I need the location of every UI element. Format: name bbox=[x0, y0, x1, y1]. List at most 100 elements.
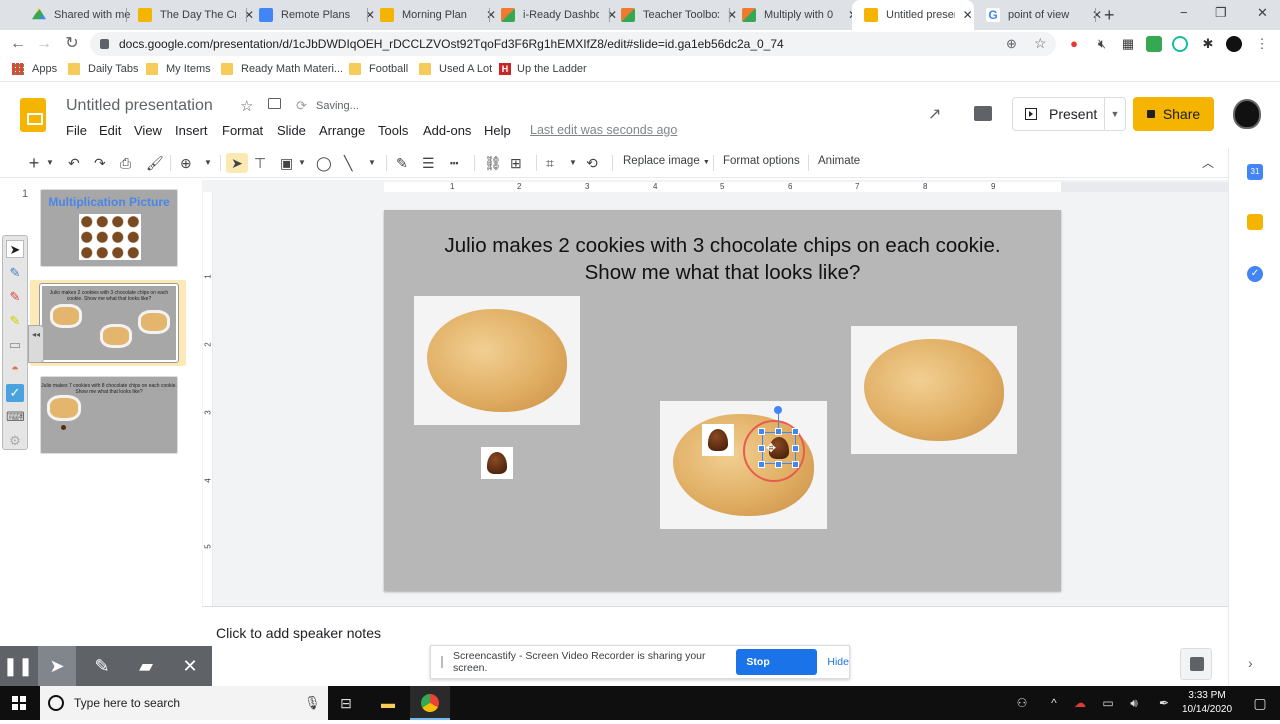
zoom-icon[interactable]: ⊕ bbox=[1006, 36, 1017, 52]
highlighter-tool-icon[interactable]: ✎ bbox=[6, 312, 24, 330]
menu-view[interactable]: View bbox=[134, 123, 162, 138]
resize-handle[interactable] bbox=[775, 428, 782, 435]
bitmoji-extension-icon[interactable] bbox=[1146, 36, 1162, 52]
file-explorer-icon[interactable]: ▬ bbox=[368, 686, 408, 720]
border-color-icon[interactable]: ✎ bbox=[396, 153, 408, 173]
chocolate-chip-image[interactable] bbox=[481, 447, 513, 479]
image-dropdown-icon[interactable]: ▼ bbox=[298, 153, 306, 173]
bookmark-apps[interactable]: Apps bbox=[12, 63, 57, 75]
speaker-notes[interactable]: Click to add speaker notes bbox=[216, 625, 381, 641]
image-icon[interactable]: ▣ bbox=[280, 153, 293, 173]
clock[interactable]: 3:33 PM 10/14/2020 bbox=[1182, 689, 1232, 717]
menu-addons[interactable]: Add-ons bbox=[423, 123, 471, 138]
tab-teacher-toolbox[interactable]: Teacher Toolbox ✕ bbox=[609, 0, 739, 30]
account-avatar[interactable] bbox=[1233, 99, 1261, 129]
crop-icon[interactable]: ⌗ bbox=[546, 153, 554, 173]
paint-format-icon[interactable]: 🖌︎ bbox=[146, 153, 164, 173]
line-icon[interactable]: ╲ bbox=[344, 153, 352, 173]
undo-icon[interactable]: ↶ bbox=[68, 153, 80, 173]
tab-untitled-presentation[interactable]: Untitled presentation ✕ bbox=[852, 0, 974, 30]
bookmark-up-the-ladder[interactable]: H Up the Ladder bbox=[499, 63, 587, 75]
slide-thumbnail-1[interactable]: Multiplication Picture bbox=[40, 189, 178, 267]
resize-handle[interactable] bbox=[792, 445, 799, 452]
resize-handle[interactable] bbox=[758, 461, 765, 468]
border-weight-icon[interactable]: ☰ bbox=[422, 153, 435, 173]
slide-thumbnail-2[interactable]: Julio makes 2 cookies with 3 chocolate c… bbox=[39, 283, 179, 363]
cookie-image-1[interactable] bbox=[414, 296, 580, 425]
close-window-button[interactable]: ✕ bbox=[1257, 5, 1268, 21]
share-button[interactable]: Share bbox=[1133, 97, 1214, 131]
comments-icon[interactable] bbox=[974, 106, 992, 121]
menu-tools[interactable]: Tools bbox=[378, 123, 408, 138]
hide-button[interactable]: Hide bbox=[827, 656, 849, 668]
task-view-icon[interactable]: ⊟ bbox=[326, 686, 366, 720]
clear-tool-icon[interactable]: ◓ bbox=[6, 360, 24, 378]
extensions-puzzle-icon[interactable]: ✱ bbox=[1200, 36, 1216, 52]
replace-image-button[interactable]: Replace image ▼ bbox=[623, 155, 710, 167]
microphone-icon[interactable]: 🎙︎ bbox=[304, 695, 321, 711]
cookie-image-3[interactable] bbox=[660, 401, 827, 529]
resize-handle[interactable] bbox=[792, 428, 799, 435]
reset-image-icon[interactable]: ⟲ bbox=[586, 153, 598, 173]
bookmark-used-a-lot[interactable]: Used A Lot bbox=[419, 63, 492, 75]
vertical-ruler[interactable]: 1 2 3 4 5 bbox=[203, 192, 213, 606]
redo-icon[interactable]: ↷ bbox=[94, 153, 106, 173]
rotation-handle[interactable] bbox=[774, 406, 782, 414]
google-slides-logo[interactable] bbox=[20, 98, 46, 132]
tab-multiply-with-0[interactable]: Multiply with 0 ✕ bbox=[730, 0, 860, 30]
insert-link-icon[interactable]: ⛓︎ bbox=[484, 153, 502, 173]
new-slide-icon[interactable]: + bbox=[26, 153, 42, 173]
collapse-toolbar-icon[interactable]: ︿ bbox=[1202, 153, 1214, 173]
print-icon[interactable]: ⎙ bbox=[120, 153, 131, 173]
grid-extension-icon[interactable]: ▦ bbox=[1120, 36, 1136, 52]
bookmark-daily-tabs[interactable]: Daily Tabs bbox=[68, 63, 139, 75]
resize-handle[interactable] bbox=[792, 461, 799, 468]
back-icon[interactable]: ← bbox=[8, 34, 28, 54]
menu-edit[interactable]: Edit bbox=[99, 123, 121, 138]
resize-handle[interactable] bbox=[758, 445, 765, 452]
zoom-icon[interactable]: ⊕ bbox=[180, 153, 192, 173]
pen-icon[interactable]: ✎ bbox=[84, 646, 120, 686]
tab-close-icon[interactable]: ✕ bbox=[961, 8, 974, 22]
menu-format[interactable]: Format bbox=[222, 123, 263, 138]
taskbar-search[interactable]: Type here to search 🎙︎ bbox=[40, 686, 328, 720]
bookmark-my-items[interactable]: My Items bbox=[146, 63, 211, 75]
menu-insert[interactable]: Insert bbox=[175, 123, 208, 138]
chrome-menu-icon[interactable]: ⋮ bbox=[1254, 36, 1270, 52]
mute-tab-icon[interactable]: 🔇︎ bbox=[1094, 36, 1110, 52]
bookmark-star-icon[interactable]: ☆ bbox=[1034, 35, 1047, 52]
minimize-button[interactable]: − bbox=[1180, 5, 1188, 20]
address-bar[interactable]: docs.google.com/presentation/d/1cJbDWDIq… bbox=[90, 32, 1056, 56]
present-dropdown-icon[interactable]: ▼ bbox=[1105, 109, 1125, 119]
pen-red-tool-icon[interactable]: ✎ bbox=[6, 288, 24, 306]
border-dash-icon[interactable]: ┅ bbox=[450, 153, 458, 173]
present-button[interactable]: Present ▼ bbox=[1012, 97, 1126, 131]
zoom-dropdown-icon[interactable]: ▼ bbox=[204, 153, 212, 173]
tab-remote-plans[interactable]: Remote Plans ✕ bbox=[247, 0, 377, 30]
eraser-tool-icon[interactable]: ▭ bbox=[6, 336, 24, 354]
cookie-image-2[interactable] bbox=[851, 326, 1017, 454]
google-calendar-icon[interactable]: 31 bbox=[1247, 164, 1263, 180]
star-icon[interactable]: ☆ bbox=[240, 97, 253, 115]
resize-handle[interactable] bbox=[758, 428, 765, 435]
slide-title-textbox[interactable]: Julio makes 2 cookies with 3 chocolate c… bbox=[384, 232, 1061, 286]
move-to-folder-icon[interactable] bbox=[268, 98, 281, 109]
notifications-icon[interactable]: ▢ bbox=[1240, 686, 1280, 720]
expand-side-panel-icon[interactable]: › bbox=[1248, 655, 1253, 671]
activity-dashboard-icon[interactable]: ↗ bbox=[928, 104, 941, 124]
new-tab-button[interactable]: + bbox=[1104, 5, 1115, 26]
new-slide-dropdown-icon[interactable]: ▼ bbox=[46, 153, 54, 173]
palette-collapse-handle[interactable]: ◂◂ bbox=[28, 325, 44, 363]
menu-help[interactable]: Help bbox=[484, 123, 511, 138]
reload-icon[interactable]: ↻ bbox=[62, 34, 82, 54]
menu-arrange[interactable]: Arrange bbox=[319, 123, 365, 138]
settings-gear-icon[interactable]: ⚙ bbox=[6, 432, 24, 450]
keyboard-tool-icon[interactable]: ⌨ bbox=[6, 408, 25, 426]
tab-close-icon[interactable]: ✕ bbox=[1090, 8, 1104, 22]
insert-comment-icon[interactable]: ⊞ bbox=[510, 153, 522, 173]
eraser-icon[interactable]: ▰ bbox=[128, 646, 164, 686]
google-tasks-icon[interactable]: ✓ bbox=[1247, 266, 1263, 282]
tab-point-of-view[interactable]: G point of view ✕ bbox=[974, 0, 1104, 30]
resize-handle[interactable] bbox=[775, 461, 782, 468]
notes-resize-divider[interactable] bbox=[202, 606, 1228, 612]
